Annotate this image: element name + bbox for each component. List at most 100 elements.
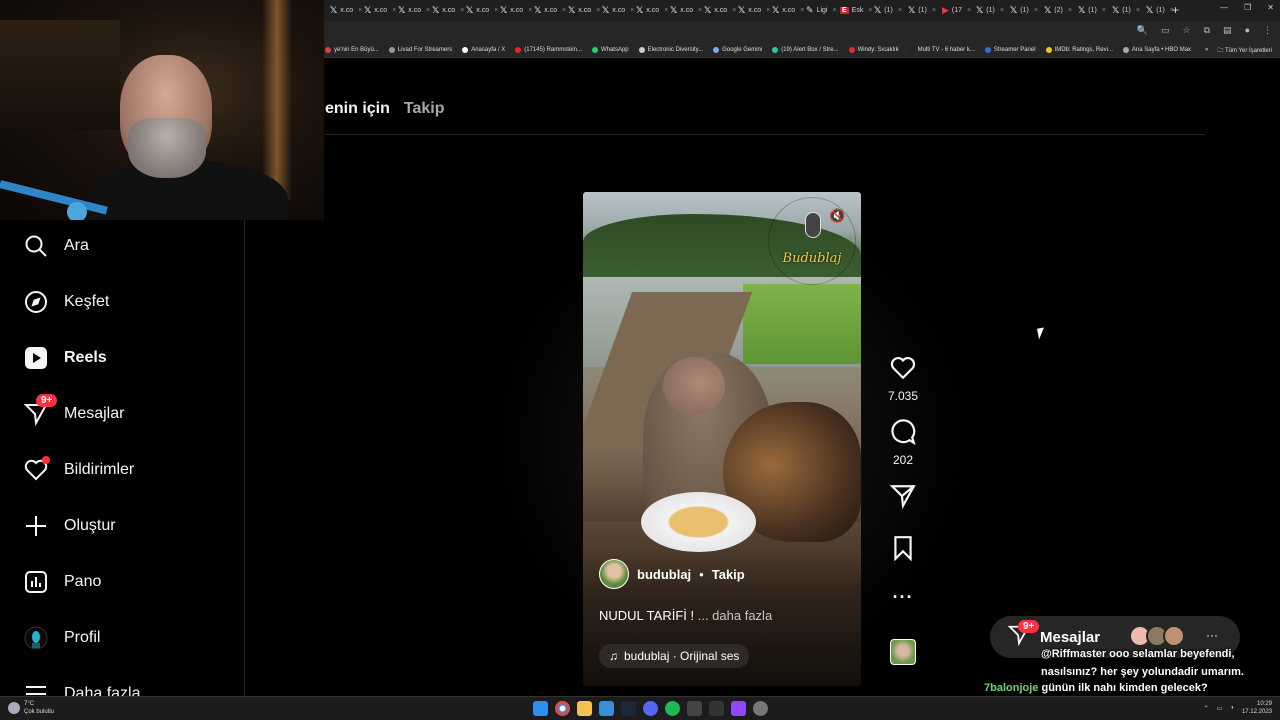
zoom-icon[interactable]: 🔍 bbox=[1137, 25, 1148, 36]
edge-icon[interactable] bbox=[599, 701, 614, 716]
bookmark-item[interactable]: Streamer Panel bbox=[984, 46, 1036, 53]
browser-tab[interactable]: 𝕏 (1) × bbox=[1107, 0, 1141, 21]
audio-thumbnail[interactable] bbox=[890, 639, 916, 665]
share-icon[interactable] bbox=[889, 483, 916, 514]
browser-tab[interactable]: 𝕏 (1) × bbox=[1073, 0, 1107, 21]
app-icon[interactable] bbox=[687, 701, 702, 716]
sidebar-item-search[interactable]: Ara bbox=[24, 232, 89, 260]
weather-widget[interactable]: 7°C Çok bulutlu bbox=[8, 700, 54, 716]
tab-close-icon[interactable]: × bbox=[898, 7, 902, 14]
tab-close-icon[interactable]: × bbox=[1136, 7, 1140, 14]
browser-tab[interactable]: 𝕏x.co × bbox=[461, 0, 498, 21]
bookmark-item[interactable]: Electronic Diversity... bbox=[638, 46, 703, 53]
clock[interactable]: 10:29 17.12.2023 bbox=[1242, 700, 1272, 716]
browser-tab[interactable]: 𝕏x.co × bbox=[597, 0, 634, 21]
browser-tab[interactable]: 𝕏 (1) × bbox=[903, 0, 937, 21]
browser-tab[interactable]: ▶ (17 × bbox=[937, 0, 971, 21]
author-name[interactable]: budublaj bbox=[637, 567, 691, 582]
browser-tab[interactable]: 𝕏x.co × bbox=[325, 0, 362, 21]
caption-more-link[interactable]: ... daha fazla bbox=[698, 608, 772, 623]
more-options-icon[interactable]: ··· bbox=[893, 587, 914, 608]
comment-icon[interactable] bbox=[890, 419, 916, 450]
file-explorer-icon[interactable] bbox=[577, 701, 592, 716]
avatar[interactable] bbox=[1163, 625, 1185, 647]
browser-tab[interactable]: 𝕏 (1) × bbox=[1005, 0, 1039, 21]
audio-chip[interactable]: ♫ budublaj · Orijinal ses bbox=[599, 644, 750, 668]
all-bookmarks-label: Tüm Yer İşaretleri bbox=[1224, 48, 1272, 54]
browser-tab[interactable]: ✎ Ligi × bbox=[801, 0, 837, 21]
bookmark-item[interactable]: (19) Alert Box / Stre... bbox=[772, 46, 839, 53]
network-icon[interactable]: ▭ bbox=[1217, 705, 1223, 712]
restore-icon[interactable]: ❐ bbox=[1244, 3, 1251, 12]
sidebar-icon[interactable]: ▤ bbox=[1223, 25, 1232, 36]
bookmark-item[interactable]: Anasayfa / X bbox=[462, 46, 505, 53]
browser-tab[interactable]: E Esk × bbox=[835, 0, 872, 21]
sidebar-item-dashboard[interactable]: Pano bbox=[24, 568, 101, 596]
browser-tab[interactable]: 𝕏x.co × bbox=[767, 0, 804, 21]
browser-tab[interactable]: 𝕏 (1) × bbox=[869, 0, 903, 21]
tab-close-icon[interactable]: × bbox=[1102, 7, 1106, 14]
bookmark-item[interactable]: WhatsApp bbox=[591, 46, 629, 53]
tab-close-icon[interactable]: × bbox=[1034, 7, 1038, 14]
like-icon[interactable] bbox=[890, 355, 916, 386]
sidebar-item-reels[interactable]: Reels bbox=[24, 344, 107, 372]
bookmark-item[interactable]: Google Gemini bbox=[713, 46, 762, 53]
bookmark-item[interactable]: Windy: Sıcaklık bbox=[848, 46, 899, 53]
all-bookmarks[interactable]: 🗀 Tüm Yer İşaretleri bbox=[1217, 46, 1272, 56]
browser-tab[interactable]: 𝕏 (1) × bbox=[1141, 0, 1175, 21]
new-tab-button[interactable]: + bbox=[1172, 3, 1179, 17]
profile-icon[interactable]: ● bbox=[1245, 25, 1250, 36]
browser-tab[interactable]: 𝕏x.co × bbox=[563, 0, 600, 21]
bookmark-icon[interactable] bbox=[890, 535, 916, 566]
tab-close-icon[interactable]: × bbox=[1000, 7, 1004, 14]
steam-icon[interactable] bbox=[621, 701, 636, 716]
browser-tab[interactable]: 𝕏 (1) × bbox=[971, 0, 1005, 21]
sidebar-item-messages[interactable]: 9+ Mesajlar bbox=[24, 394, 124, 428]
browser-tab[interactable]: 𝕏x.co × bbox=[529, 0, 566, 21]
browser-tab[interactable]: 𝕏x.co × bbox=[699, 0, 736, 21]
obs-icon[interactable] bbox=[753, 701, 768, 716]
browser-tab[interactable]: 𝕏x.co × bbox=[631, 0, 668, 21]
star-icon[interactable]: ☆ bbox=[1183, 25, 1191, 36]
browser-tab[interactable]: 𝕏x.co × bbox=[495, 0, 532, 21]
cast-icon[interactable]: ▭ bbox=[1161, 25, 1170, 36]
tab-close-icon[interactable]: × bbox=[1068, 7, 1072, 14]
tray-chevron-icon[interactable]: ⌃ bbox=[1204, 705, 1209, 712]
sidebar-item-profile[interactable]: Profil bbox=[24, 624, 100, 652]
bookmark-item[interactable]: Livad For Streamers bbox=[388, 46, 452, 53]
mute-icon[interactable]: 🔇 bbox=[829, 208, 845, 224]
spotify-icon[interactable] bbox=[665, 701, 680, 716]
windows-start-icon[interactable] bbox=[533, 701, 548, 716]
app-icon[interactable] bbox=[709, 701, 724, 716]
browser-tab[interactable]: 𝕏x.co × bbox=[733, 0, 770, 21]
bookmark-item[interactable]: Ana Sayfa • HBO Max bbox=[1122, 46, 1191, 53]
browser-tab[interactable]: 𝕏x.co × bbox=[359, 0, 396, 21]
sidebar-item-create[interactable]: Oluştur bbox=[24, 512, 116, 540]
minimize-icon[interactable]: — bbox=[1220, 3, 1228, 12]
bookmark-item[interactable]: ye'nin En Büyü... bbox=[325, 46, 379, 53]
close-icon[interactable]: ✕ bbox=[1267, 3, 1274, 12]
browser-tab[interactable]: 𝕏x.co × bbox=[427, 0, 464, 21]
browser-tab[interactable]: 𝕏x.co × bbox=[665, 0, 702, 21]
volume-icon[interactable]: ◖ bbox=[1230, 705, 1234, 711]
bookmark-item[interactable]: (17145) Rammstein... bbox=[515, 46, 582, 53]
browser-tab[interactable]: 𝕏 (2) × bbox=[1039, 0, 1073, 21]
sidebar-item-explore[interactable]: Keşfet bbox=[24, 288, 109, 316]
follow-button[interactable]: Takip bbox=[712, 567, 745, 582]
tab-close-icon[interactable]: × bbox=[932, 7, 936, 14]
discord-icon[interactable] bbox=[643, 701, 658, 716]
author-avatar[interactable] bbox=[599, 559, 629, 589]
bookmarks-overflow-icon[interactable]: » bbox=[1205, 47, 1208, 53]
bookmark-item[interactable]: IMDb: Ratings, Revi... bbox=[1045, 46, 1113, 53]
chrome-icon[interactable] bbox=[555, 701, 570, 716]
reel-video[interactable]: Budublaj 🔇 budublaj • Takip NUDUL TARİFİ… bbox=[583, 192, 861, 686]
extensions-icon[interactable]: ⧉ bbox=[1204, 25, 1210, 36]
twitch-icon[interactable] bbox=[731, 701, 746, 716]
tab-following[interactable]: Takip bbox=[404, 100, 445, 118]
browser-tab[interactable]: 𝕏x.co × bbox=[393, 0, 430, 21]
sidebar-item-notifications[interactable]: Bildirimler bbox=[24, 456, 134, 484]
tab-for-you[interactable]: enin için bbox=[325, 100, 390, 118]
bookmark-item[interactable]: Multi TV - 6 haber k... bbox=[908, 46, 975, 53]
dock-more-icon[interactable]: ··· bbox=[1206, 628, 1218, 642]
menu-dots-icon[interactable]: ⋮ bbox=[1263, 25, 1272, 36]
